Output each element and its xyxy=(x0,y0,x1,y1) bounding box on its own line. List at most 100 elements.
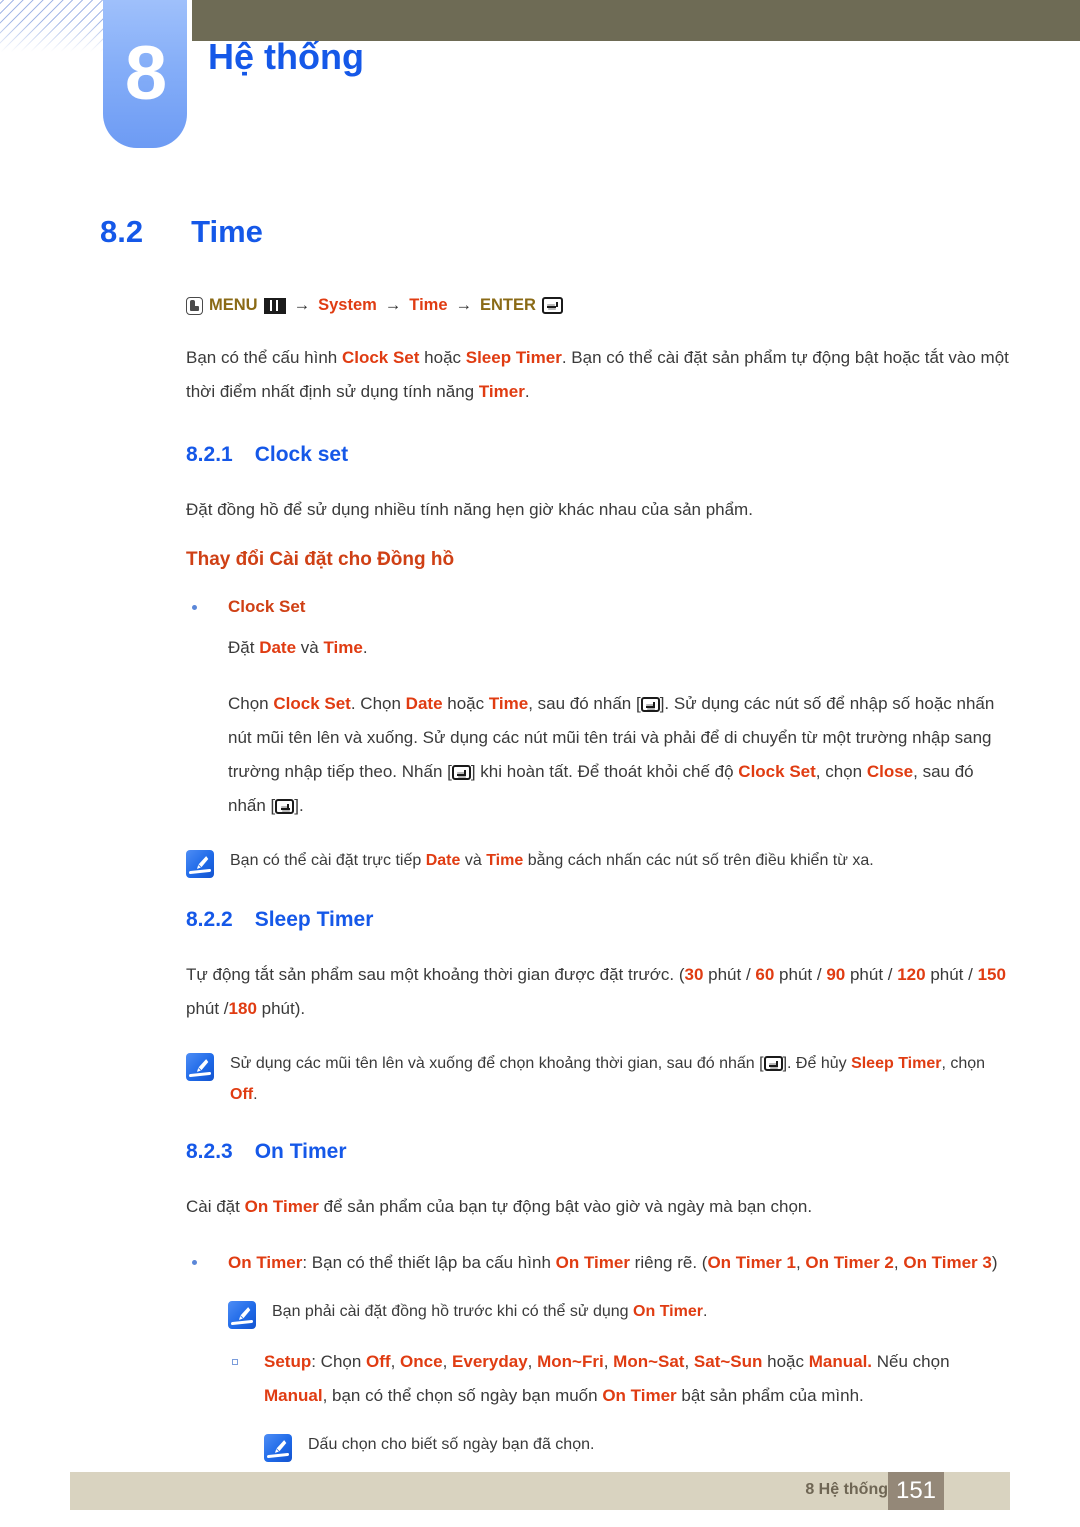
header-olive-bar xyxy=(192,0,1080,41)
su-t8: Nếu chọn xyxy=(872,1352,950,1371)
ot-b-t2: riêng rẽ. ( xyxy=(629,1253,708,1272)
note-text: Sử dụng các mũi tên lên và xuống để chọn… xyxy=(230,1048,1016,1110)
heading-sleep-timer: 8.2.2 Sleep Timer xyxy=(186,908,1016,932)
term-sleep-timer-2: Sleep Timer xyxy=(851,1055,942,1072)
st-n-t2: ]. Để hủy xyxy=(782,1055,852,1072)
sleep-timer-description: Tự động tắt sản phẩm sau một khoảng thời… xyxy=(186,958,1016,1026)
cs-l1-t1: Đặt xyxy=(228,638,260,657)
clock-set-detail: Đặt Date và Time. Chọn Clock Set. Chọn D… xyxy=(186,631,1016,823)
list-item: Clock Set xyxy=(186,591,1016,623)
st-n-t3: , chọn xyxy=(941,1055,986,1072)
term-timer: Timer xyxy=(478,382,525,401)
note-pencil-icon xyxy=(186,1053,214,1081)
chapter-title: Hệ thống xyxy=(208,36,364,77)
term-clock-set: Clock Set xyxy=(341,348,420,367)
enter-key-icon xyxy=(451,765,471,780)
st-n-t4: . xyxy=(253,1086,258,1103)
cs-l1-t3: . xyxy=(362,638,368,657)
note-pencil-icon xyxy=(264,1434,292,1462)
term-clock-set-2: Clock Set xyxy=(273,694,351,713)
term-time-3: Time xyxy=(486,852,524,869)
ot-b-t3: , xyxy=(795,1253,806,1272)
heading-on-timer: 8.2.3 On Timer xyxy=(186,1140,1016,1164)
ot-n1-t2: . xyxy=(702,1303,708,1320)
cs-n-t1: Bạn có thể cài đặt trực tiếp xyxy=(230,852,426,869)
term-off-2: Off xyxy=(366,1352,391,1371)
st-u2: phút / xyxy=(774,965,827,984)
st-u4: phút / xyxy=(925,965,978,984)
term-date-2: Date xyxy=(405,694,443,713)
value-30: 30 xyxy=(684,965,704,984)
list-item: On Timer: Bạn có thể thiết lập ba cấu hì… xyxy=(186,1246,1016,1280)
term-time-2: Time xyxy=(488,694,529,713)
on-timer-description: Cài đặt On Timer để sản phẩm của bạn tự … xyxy=(186,1190,1016,1224)
cs-p-t3: hoặc xyxy=(442,694,489,713)
clock-set-line-1: Đặt Date và Time. xyxy=(228,631,1016,665)
page-title: 8.2 Time xyxy=(100,214,263,250)
section-number: 8.2 xyxy=(100,214,144,249)
menu-path: MENU → System → Time → ENTER xyxy=(186,296,1016,315)
note-box: Sử dụng các mũi tên lên và xuống để chọn… xyxy=(186,1048,1016,1110)
footer-chapter-label: 8 Hệ thống xyxy=(805,1481,888,1498)
st-u5: phút / xyxy=(186,999,229,1018)
value-90: 90 xyxy=(826,965,846,984)
intro-text-2: hoặc xyxy=(419,348,466,367)
note-text: Dấu chọn cho biết số ngày bạn đã chọn. xyxy=(308,1436,595,1453)
clock-set-instructions: Chọn Clock Set. Chọn Date hoặc Time, sau… xyxy=(228,687,1016,823)
su-t10: bật sản phẩm của mình. xyxy=(676,1386,864,1405)
chapter-number-tab: 8 xyxy=(103,0,187,148)
cs-p-t4: , sau đó nhấn [ xyxy=(528,694,641,713)
note-text: Bạn có thể cài đặt trực tiếp Date và Tim… xyxy=(230,845,874,876)
cs-p-t1: Chọn xyxy=(228,694,274,713)
term-sleep-timer: Sleep Timer xyxy=(465,348,562,367)
ot-b-t1: : Bạn có thể thiết lập ba cấu hình xyxy=(302,1253,556,1272)
term-mon-sat: Mon~Sat xyxy=(613,1352,685,1371)
bullet-dot-icon xyxy=(192,605,197,610)
intro-text-1: Bạn có thể cấu hình xyxy=(186,348,342,367)
st-u1: phút / xyxy=(703,965,756,984)
ot-b-t4: , xyxy=(893,1253,904,1272)
intro-paragraph: Bạn có thể cấu hình Clock Set hoặc Sleep… xyxy=(186,341,1016,409)
note-pencil-icon xyxy=(228,1301,256,1329)
bullet-dot-icon xyxy=(192,1260,197,1265)
clock-set-number: 8.2.1 xyxy=(186,443,233,466)
ot-t1: Cài đặt xyxy=(186,1197,245,1216)
bullet-square-icon xyxy=(232,1359,238,1365)
su-t5: , xyxy=(603,1352,614,1371)
su-t2: , xyxy=(390,1352,401,1371)
ot-n1-t1: Bạn phải cài đặt đồng hồ trước khi có th… xyxy=(272,1303,634,1320)
term-off: Off xyxy=(230,1086,254,1103)
list-item: Setup: Chọn Off, Once, Everyday, Mon~Fri… xyxy=(186,1345,1016,1413)
term-sat-sun: Sat~Sun xyxy=(693,1352,763,1371)
cs-l1-t2: và xyxy=(296,638,324,657)
sleep-timer-title: Sleep Timer xyxy=(254,908,374,931)
term-mon-fri: Mon~Fri xyxy=(537,1352,604,1371)
note-box: Dấu chọn cho biết số ngày bạn đã chọn. xyxy=(186,1429,1016,1462)
path-arrow-2: → xyxy=(384,296,402,314)
term-everyday: Everyday xyxy=(452,1352,528,1371)
ot-t2: để sản phẩm của bạn tự động bật vào giờ … xyxy=(318,1197,813,1216)
footer-bar: 8 Hệ thống 151 xyxy=(70,1472,1010,1510)
chapter-number: 8 xyxy=(124,31,167,116)
cs-n-t3: bằng cách nhấn các nút số trên điều khiể… xyxy=(523,852,874,869)
enter-key-icon xyxy=(640,697,660,712)
enter-key-icon xyxy=(275,799,295,814)
page-number: 151 xyxy=(888,1472,944,1510)
term-close: Close xyxy=(866,762,914,781)
value-180: 180 xyxy=(228,999,257,1018)
term-manual: Manual. xyxy=(808,1352,873,1371)
value-150: 150 xyxy=(977,965,1006,984)
setup-text: Setup: Chọn Off, Once, Everyday, Mon~Fri… xyxy=(264,1345,1016,1413)
sleep-timer-number: 8.2.2 xyxy=(186,908,233,931)
section-title: Time xyxy=(191,214,263,249)
term-on-timer-1: On Timer 1 xyxy=(707,1253,796,1272)
ot-b-t5: ) xyxy=(991,1253,998,1272)
cs-p-t7: , chọn xyxy=(815,762,867,781)
enter-key-icon xyxy=(541,297,563,314)
su-t7: hoặc xyxy=(762,1352,809,1371)
note-text: Bạn phải cài đặt đồng hồ trước khi có th… xyxy=(272,1296,707,1327)
term-date-3: Date xyxy=(425,852,461,869)
su-t6: , xyxy=(684,1352,694,1371)
term-on-timer-2b: On Timer 2 xyxy=(805,1253,894,1272)
path-arrow-3: → xyxy=(455,296,473,314)
